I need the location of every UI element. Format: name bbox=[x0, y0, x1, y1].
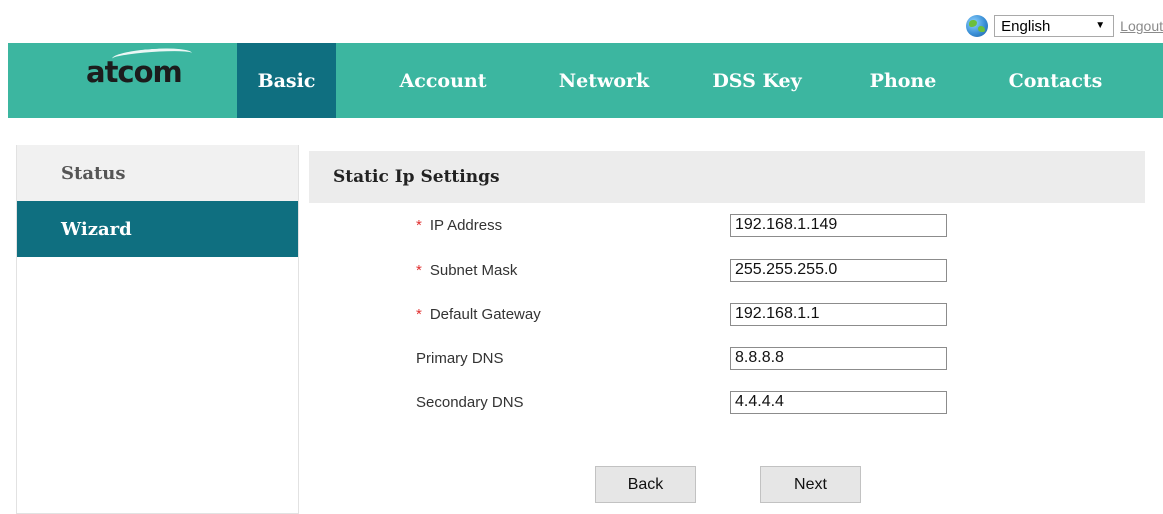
field-label: Secondary DNS bbox=[416, 394, 730, 411]
form-row-secondary-dns: Secondary DNS 4.4.4.4 bbox=[416, 390, 947, 414]
ip-address-input[interactable]: 192.168.1.149 bbox=[730, 213, 947, 237]
sidebar-item-wizard[interactable]: Wizard bbox=[17, 201, 298, 257]
required-marker: * bbox=[416, 216, 422, 234]
panel-title: Static Ip Settings bbox=[309, 151, 1145, 203]
required-marker: * bbox=[416, 261, 422, 279]
back-button[interactable]: Back bbox=[595, 466, 696, 503]
default-gateway-input[interactable]: 192.168.1.1 bbox=[730, 302, 947, 326]
required-marker: * bbox=[416, 305, 422, 323]
primary-dns-input[interactable]: 8.8.8.8 bbox=[730, 346, 947, 370]
logout-link[interactable]: Logout bbox=[1120, 18, 1163, 34]
nav-tab-account[interactable]: Account bbox=[384, 43, 502, 118]
language-select-value: English bbox=[1001, 18, 1051, 35]
field-label: * IP Address bbox=[416, 217, 730, 234]
field-label-text: IP Address bbox=[429, 216, 503, 234]
globe-icon bbox=[966, 15, 989, 37]
main-nav-bar: atcom Basic Account Network DSS Key Phon… bbox=[8, 43, 1163, 118]
nav-tab-phone[interactable]: Phone bbox=[853, 43, 953, 118]
field-label-text: Primary DNS bbox=[416, 349, 504, 367]
field-label-text: Secondary DNS bbox=[416, 393, 524, 411]
subnet-mask-input[interactable]: 255.255.255.0 bbox=[730, 258, 947, 282]
field-label: * Subnet Mask bbox=[416, 262, 730, 279]
nav-tab-network[interactable]: Network bbox=[544, 43, 664, 118]
field-label: Primary DNS bbox=[416, 350, 730, 367]
brand-logo: atcom bbox=[86, 55, 183, 89]
form-row-primary-dns: Primary DNS 8.8.8.8 bbox=[416, 346, 947, 370]
form-row-subnet-mask: * Subnet Mask 255.255.255.0 bbox=[416, 258, 947, 282]
sidebar-item-status[interactable]: Status bbox=[17, 145, 298, 201]
nav-tab-basic[interactable]: Basic bbox=[237, 43, 336, 118]
dropdown-arrow-icon: ▼ bbox=[1095, 20, 1106, 31]
form-row-default-gateway: * Default Gateway 192.168.1.1 bbox=[416, 302, 947, 326]
form-row-ip-address: * IP Address 192.168.1.149 bbox=[416, 213, 947, 237]
next-button[interactable]: Next bbox=[760, 466, 861, 503]
language-select[interactable]: English ▼ bbox=[994, 15, 1115, 37]
field-label: * Default Gateway bbox=[416, 306, 730, 323]
field-label-text: Subnet Mask bbox=[429, 261, 518, 279]
sidebar: Status Wizard bbox=[16, 145, 299, 514]
field-label-text: Default Gateway bbox=[429, 305, 541, 323]
nav-tab-contacts[interactable]: Contacts bbox=[989, 43, 1122, 118]
secondary-dns-input[interactable]: 4.4.4.4 bbox=[730, 390, 947, 414]
nav-tab-dss-key[interactable]: DSS Key bbox=[701, 43, 813, 118]
top-utility-bar: English ▼ Logout bbox=[966, 14, 1163, 38]
